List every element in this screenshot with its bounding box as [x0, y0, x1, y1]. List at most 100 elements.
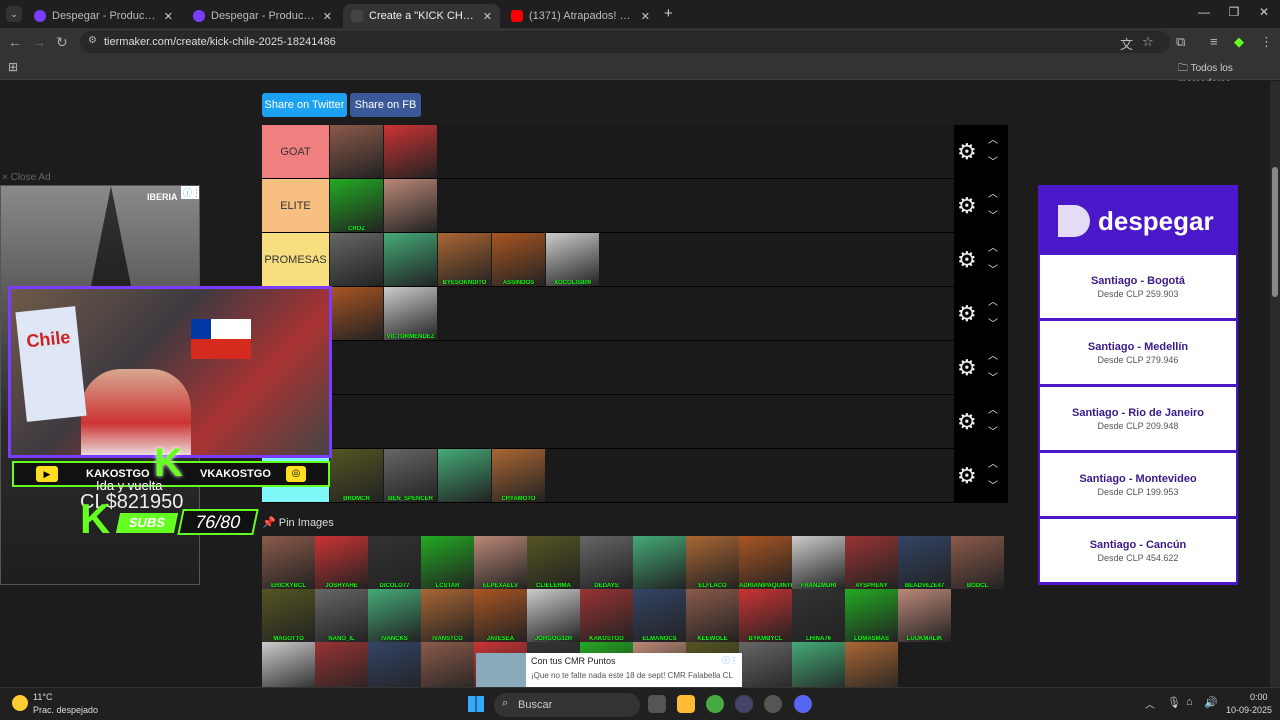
scrollbar-thumb[interactable]	[1272, 167, 1278, 297]
task-view-icon[interactable]	[648, 695, 666, 713]
minimize-icon[interactable]: —	[1194, 5, 1214, 19]
gear-icon[interactable]: ⚙	[957, 463, 977, 489]
pool-item-image[interactable]: DEDAYS	[580, 536, 633, 589]
pool-item-image[interactable]: ELFLACO	[686, 536, 739, 589]
route-offer[interactable]: Santiago - Bogotá Desde CLP 259.903	[1040, 255, 1236, 321]
tier-item-image[interactable]	[330, 287, 383, 340]
pool-item-image[interactable]: ADRIANIPAQUINTE	[739, 536, 792, 589]
pool-item-image[interactable]: JORGOG32R	[527, 589, 580, 642]
clock-time[interactable]: 0:00	[1250, 692, 1268, 702]
route-offer[interactable]: Santiago - Medellín Desde CLP 279.946	[1040, 321, 1236, 387]
share-fb-button[interactable]: Share on FB	[350, 93, 421, 117]
tab-tiermaker[interactable]: Create a "KICK CHILE 2025" Tie✕	[343, 4, 500, 28]
route-offer[interactable]: Santiago - Rio de Janeiro Desde CLP 209.9…	[1040, 387, 1236, 453]
pool-item-image[interactable]	[421, 642, 474, 687]
pool-item-image[interactable]	[739, 642, 792, 687]
tier-label[interactable]: ELITE	[262, 179, 329, 232]
close-tab-icon[interactable]: ✕	[323, 10, 332, 23]
gear-icon[interactable]: ⚙	[957, 139, 977, 165]
chrome-icon[interactable]	[706, 695, 724, 713]
app-icon-2[interactable]	[764, 695, 782, 713]
discord-icon[interactable]	[794, 695, 812, 713]
tier-item-image[interactable]	[330, 125, 383, 178]
tier-item-image[interactable]: ASSINDOS	[492, 233, 545, 286]
pool-item-image[interactable]: BODCL	[951, 536, 1004, 589]
network-icon[interactable]: ⌂	[1186, 696, 1193, 708]
adchoices-icon[interactable]: ⓘ⋮	[722, 655, 738, 666]
pool-item-image[interactable]: ELMANOCS	[633, 589, 686, 642]
forward-icon[interactable]: →	[32, 34, 46, 50]
pool-item-image[interactable]: AYSPRENY	[845, 536, 898, 589]
gear-icon[interactable]: ⚙	[957, 355, 977, 381]
tier-item-image[interactable]	[384, 125, 437, 178]
taskbar-search[interactable]: ⌕ Buscar	[494, 693, 640, 717]
apps-grid-icon[interactable]: ⊞	[8, 60, 18, 74]
pool-item-image[interactable]: JAVESEA	[474, 589, 527, 642]
route-offer[interactable]: Santiago - Montevideo Desde CLP 199.953	[1040, 453, 1236, 519]
tier-item-image[interactable]: BEN_SPENCER	[384, 449, 437, 502]
tab-youtube[interactable]: (1371) Atrapados! 133 | Intenso✕	[503, 4, 658, 28]
new-tab-button[interactable]: +	[664, 5, 673, 22]
tier-item-image[interactable]	[330, 233, 383, 286]
bookmark-star-icon[interactable]: ☆	[1142, 34, 1154, 50]
gear-icon[interactable]: ⚙	[957, 193, 977, 219]
close-tab-icon[interactable]: ✕	[483, 10, 492, 23]
move-up-icon[interactable]: ︿	[988, 131, 998, 146]
pool-item-image[interactable]: KAKOSTGO	[580, 589, 633, 642]
gear-icon[interactable]: ⚙	[957, 247, 977, 273]
move-down-icon[interactable]: ﹀	[988, 153, 998, 168]
pool-item-image[interactable]: LHINA76	[792, 589, 845, 642]
extensions-icon[interactable]: ⧉	[1176, 34, 1185, 50]
app-icon[interactable]	[735, 695, 753, 713]
move-down-icon[interactable]: ﹀	[988, 261, 998, 276]
move-up-icon[interactable]: ︿	[988, 239, 998, 254]
profile-icon[interactable]: ◆	[1234, 34, 1244, 50]
pool-item-image[interactable]	[792, 642, 845, 687]
adchoices-icon[interactable]: ⓘ⋮	[181, 186, 199, 199]
stream-video[interactable]: Chile	[8, 286, 332, 458]
file-explorer-icon[interactable]	[677, 695, 695, 713]
pool-item-image[interactable]: NANO_IL	[315, 589, 368, 642]
despegar-ad[interactable]: despegar Santiago - Bogotá Desde CLP 259.…	[1038, 185, 1238, 585]
pool-item-image[interactable]: BYKMBYCL	[739, 589, 792, 642]
tier-item-image[interactable]: BRDMCR	[330, 449, 383, 502]
route-offer[interactable]: Santiago - Cancún Desde CLP 454.622	[1040, 519, 1236, 585]
move-down-icon[interactable]: ﹀	[988, 315, 998, 330]
pin-images-toggle[interactable]: 📌 Pin Images	[262, 516, 334, 529]
tier-label[interactable]: GOAT	[262, 125, 329, 178]
tier-label[interactable]: PROMESAS	[262, 233, 329, 286]
translate-icon[interactable]: 文	[1120, 34, 1133, 53]
pool-item-image[interactable]: KEEWOLE	[686, 589, 739, 642]
pool-item-image[interactable]: LUUKMALIK	[898, 589, 951, 642]
tab-despegar-1[interactable]: Despegar - Productos Combinad✕	[26, 4, 181, 28]
close-tab-icon[interactable]: ✕	[641, 10, 650, 23]
microphone-icon[interactable]: 🎙	[1167, 696, 1181, 709]
pool-item-image[interactable]: IVANCKS	[368, 589, 421, 642]
pool-item-image[interactable]: FRANZMURI	[792, 536, 845, 589]
pool-item-image[interactable]	[315, 642, 368, 687]
pool-item-image[interactable]: LCSTAR	[421, 536, 474, 589]
pool-item-image[interactable]: LOMASMAS	[845, 589, 898, 642]
tab-search-icon[interactable]: ⌄	[6, 6, 22, 22]
tier-item-image[interactable]: VICTORMENDEZ	[384, 287, 437, 340]
move-down-icon[interactable]: ﹀	[988, 207, 998, 222]
pool-item-image[interactable]: ERICKYBCL	[262, 536, 315, 589]
move-up-icon[interactable]: ︿	[988, 293, 998, 308]
move-down-icon[interactable]: ﹀	[988, 423, 998, 438]
weather-icon[interactable]	[12, 695, 28, 711]
pool-item-image[interactable]: ELPEXAELV	[474, 536, 527, 589]
url-input[interactable]: ⚙ tiermaker.com/create/kick-chile-2025-1…	[80, 31, 1170, 53]
share-twitter-button[interactable]: Share on Twitter	[262, 93, 347, 117]
tier-item-image[interactable]	[384, 233, 437, 286]
volume-icon[interactable]: 🔊	[1204, 696, 1218, 709]
windows-start-icon[interactable]	[468, 696, 484, 712]
gear-icon[interactable]: ⚙	[957, 409, 977, 435]
restore-icon[interactable]: ❐	[1224, 5, 1244, 19]
move-up-icon[interactable]: ︿	[988, 185, 998, 200]
move-up-icon[interactable]: ︿	[988, 347, 998, 362]
pool-item-image[interactable]	[262, 642, 315, 687]
back-icon[interactable]: ←	[8, 34, 22, 50]
pool-item-image[interactable]: ESCUDEROLOBS	[845, 642, 898, 687]
page-scrollbar[interactable]	[1270, 81, 1280, 687]
clock-date[interactable]: 10-09-2025	[1226, 705, 1272, 715]
